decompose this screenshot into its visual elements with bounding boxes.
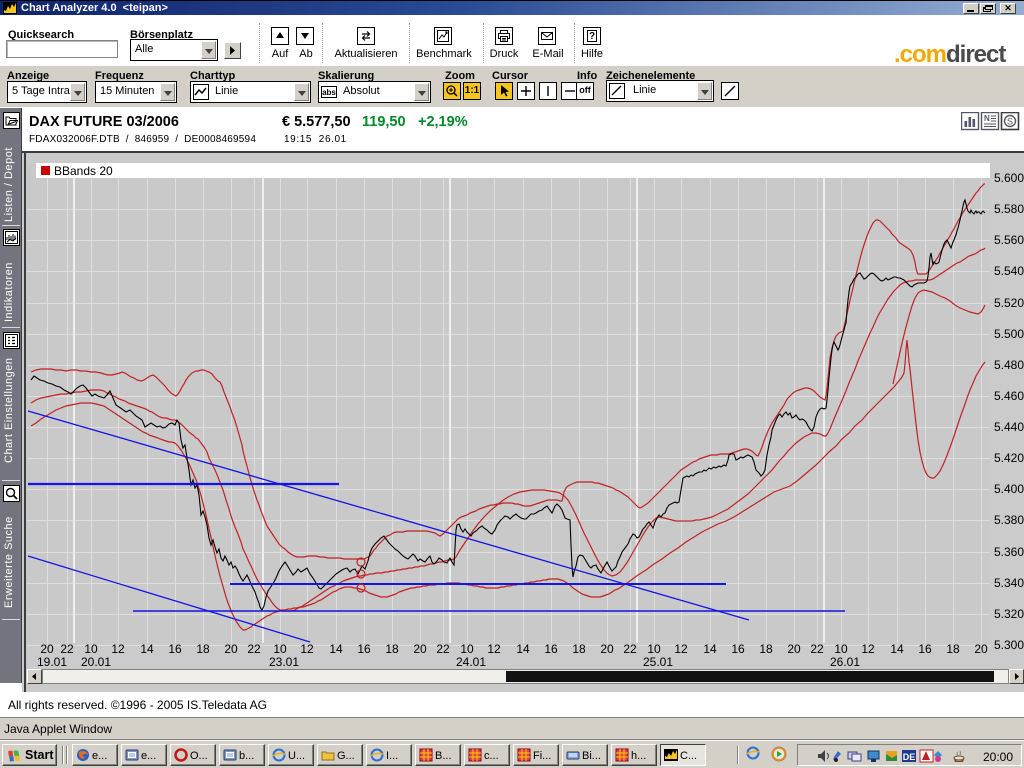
svg-text:10: 10 xyxy=(834,642,848,656)
svg-text:5.320: 5.320 xyxy=(994,607,1024,621)
svg-text:20: 20 xyxy=(224,642,238,656)
svg-text:18: 18 xyxy=(946,642,960,656)
svg-text:5.560: 5.560 xyxy=(994,233,1024,247)
svg-text:BBands 20: BBands 20 xyxy=(54,164,113,178)
svg-text:14: 14 xyxy=(890,642,904,656)
svg-text:20: 20 xyxy=(974,642,988,656)
svg-text:16: 16 xyxy=(544,642,558,656)
svg-text:12: 12 xyxy=(300,642,314,656)
svg-text:22: 22 xyxy=(810,642,824,656)
svg-text:24.01: 24.01 xyxy=(456,655,486,669)
svg-text:22: 22 xyxy=(436,642,450,656)
svg-text:19.01: 19.01 xyxy=(37,655,67,669)
svg-text:5.500: 5.500 xyxy=(994,327,1024,341)
svg-text:26.01: 26.01 xyxy=(830,655,860,669)
svg-text:10: 10 xyxy=(647,642,661,656)
svg-text:22: 22 xyxy=(623,642,637,656)
svg-text:12: 12 xyxy=(861,642,875,656)
svg-text:23.01: 23.01 xyxy=(269,655,299,669)
svg-text:10: 10 xyxy=(84,642,98,656)
svg-text:5.420: 5.420 xyxy=(994,451,1024,465)
svg-text:5.400: 5.400 xyxy=(994,482,1024,496)
svg-text:S: S xyxy=(1007,117,1013,127)
svg-text:5.580: 5.580 xyxy=(994,202,1024,216)
svg-text:10: 10 xyxy=(460,642,474,656)
svg-text:18: 18 xyxy=(196,642,210,656)
svg-text:25.01: 25.01 xyxy=(643,655,673,669)
svg-text:20: 20 xyxy=(413,642,427,656)
svg-text:5.460: 5.460 xyxy=(994,389,1024,403)
svg-text:18: 18 xyxy=(385,642,399,656)
svg-text:16: 16 xyxy=(357,642,371,656)
svg-text:5.520: 5.520 xyxy=(994,296,1024,310)
svg-text:5.340: 5.340 xyxy=(994,576,1024,590)
svg-text:14: 14 xyxy=(516,642,530,656)
svg-text:20: 20 xyxy=(787,642,801,656)
svg-text:5.440: 5.440 xyxy=(994,420,1024,434)
svg-text:5.600: 5.600 xyxy=(994,171,1024,185)
svg-text:14: 14 xyxy=(703,642,717,656)
svg-text:16: 16 xyxy=(168,642,182,656)
svg-text:N: N xyxy=(984,114,990,123)
svg-text:5.300: 5.300 xyxy=(994,638,1024,652)
svg-text:12: 12 xyxy=(674,642,688,656)
svg-text:5.540: 5.540 xyxy=(994,264,1024,278)
svg-text:5.480: 5.480 xyxy=(994,358,1024,372)
svg-text:5.380: 5.380 xyxy=(994,513,1024,527)
svg-text:14: 14 xyxy=(140,642,154,656)
svg-text:20.01: 20.01 xyxy=(81,655,111,669)
svg-text:22: 22 xyxy=(60,642,74,656)
svg-text:20: 20 xyxy=(600,642,614,656)
svg-text:18: 18 xyxy=(572,642,586,656)
svg-text:5.360: 5.360 xyxy=(994,545,1024,559)
svg-text:12: 12 xyxy=(487,642,501,656)
svg-text:22: 22 xyxy=(247,642,261,656)
svg-text:12: 12 xyxy=(111,642,125,656)
svg-text:abs: abs xyxy=(322,88,336,97)
svg-text:10: 10 xyxy=(273,642,287,656)
svg-text:18: 18 xyxy=(759,642,773,656)
svg-text:16: 16 xyxy=(731,642,745,656)
svg-text:14: 14 xyxy=(329,642,343,656)
svg-text:16: 16 xyxy=(918,642,932,656)
svg-text:DE: DE xyxy=(903,752,916,762)
svg-text:20: 20 xyxy=(40,642,54,656)
svg-text:?: ? xyxy=(589,31,595,42)
